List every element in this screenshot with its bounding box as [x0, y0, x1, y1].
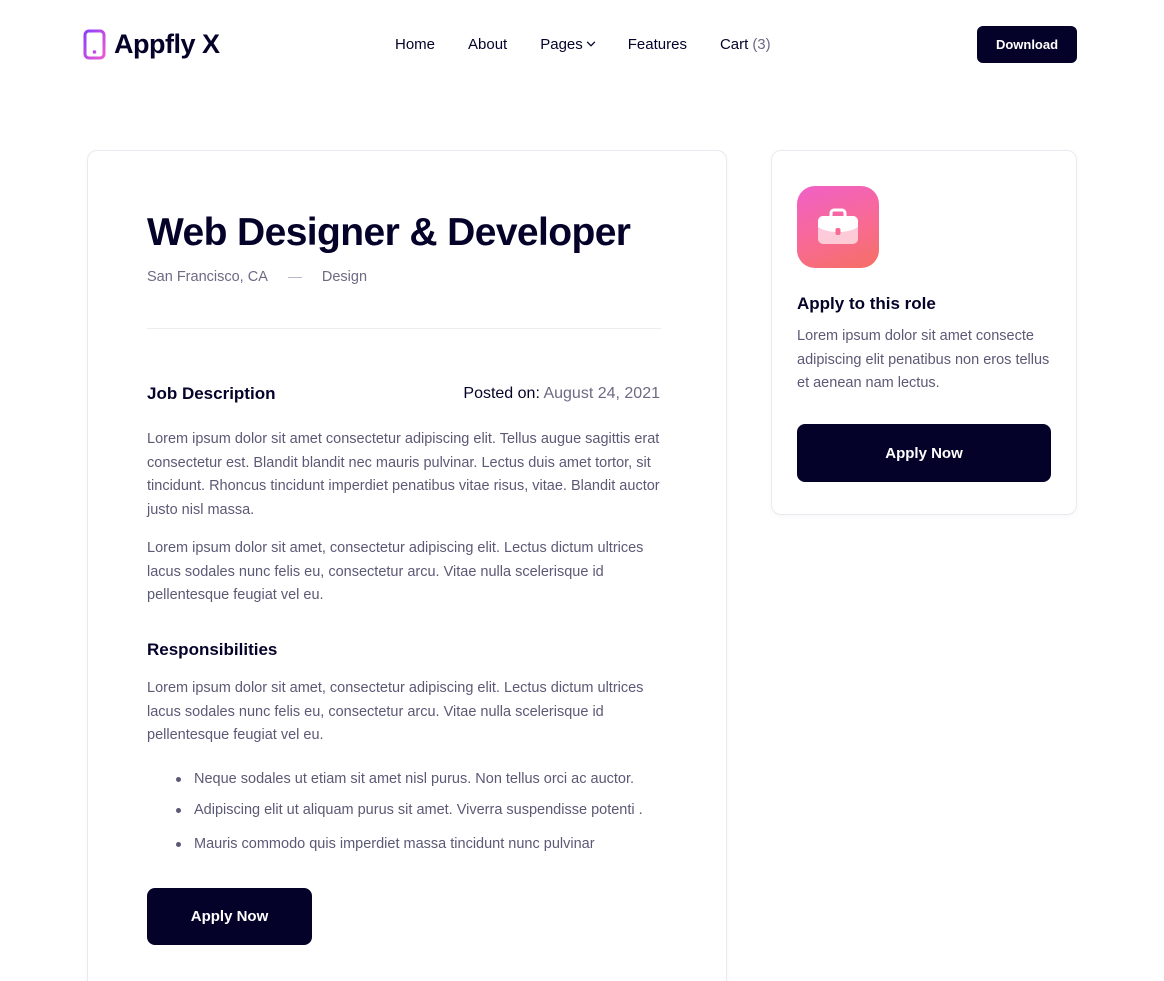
list-item: Mauris commodo quis imperdiet massa tinc… — [176, 833, 643, 856]
apply-now-button-sidebar[interactable]: Apply Now — [797, 424, 1051, 482]
logo-text: Appfly X — [114, 28, 220, 59]
apply-card: Apply to this role Lorem ipsum dolor sit… — [771, 150, 1077, 515]
apply-card-text: Lorem ipsum dolor sit amet consecte adip… — [797, 328, 1050, 391]
responsibilities-list: Neque sodales ut etiam sit amet nisl pur… — [176, 768, 643, 856]
responsibilities-paragraph: Lorem ipsum dolor sit amet, consectetur … — [147, 680, 644, 743]
posted-on: Posted on: August 24, 2021 — [463, 385, 660, 403]
nav-pages-label: Pages — [540, 35, 583, 53]
briefcase-icon-tile — [797, 186, 879, 268]
nav-cart[interactable]: Cart (3) — [720, 36, 771, 53]
job-title: Web Designer & Developer — [147, 211, 631, 254]
logo[interactable]: Appfly X — [83, 27, 220, 61]
main-nav: Home About Pages Features Cart (3) — [395, 34, 771, 54]
posted-label: Posted on: — [463, 385, 540, 402]
responsibilities-heading: Responsibilities — [147, 640, 278, 659]
job-department: Design — [321, 269, 368, 285]
list-item: Neque sodales ut etiam sit amet nisl pur… — [176, 768, 643, 791]
job-description-heading: Job Description — [147, 384, 276, 403]
site-header: Appfly X Home About Pages Features Cart … — [0, 0, 1164, 90]
phone-icon — [83, 29, 106, 59]
apply-now-button[interactable]: Apply Now — [147, 888, 312, 945]
job-location: San Francisco, CA — [147, 269, 268, 285]
list-item: Adipiscing elit ut aliquam purus sit ame… — [176, 799, 643, 822]
nav-pages[interactable]: Pages — [540, 36, 596, 53]
cart-count: (3) — [752, 35, 771, 53]
nav-home[interactable]: Home — [395, 36, 435, 53]
chevron-down-icon — [586, 41, 595, 47]
nav-about[interactable]: About — [468, 36, 507, 53]
divider — [147, 328, 661, 329]
description-paragraph: Lorem ipsum dolor sit amet consectetur a… — [147, 431, 660, 518]
job-details-card: Web Designer & Developer San Francisco, … — [87, 150, 727, 981]
meta-separator — [287, 276, 302, 278]
nav-features[interactable]: Features — [628, 36, 687, 53]
briefcase-icon — [818, 208, 858, 244]
job-meta: San Francisco, CA Design — [147, 269, 367, 285]
posted-date: August 24, 2021 — [543, 385, 660, 402]
description-paragraph: Lorem ipsum dolor sit amet, consectetur … — [147, 540, 644, 603]
nav-cart-label: Cart — [719, 35, 749, 53]
download-button[interactable]: Download — [977, 26, 1077, 63]
apply-card-title: Apply to this role — [797, 294, 936, 313]
